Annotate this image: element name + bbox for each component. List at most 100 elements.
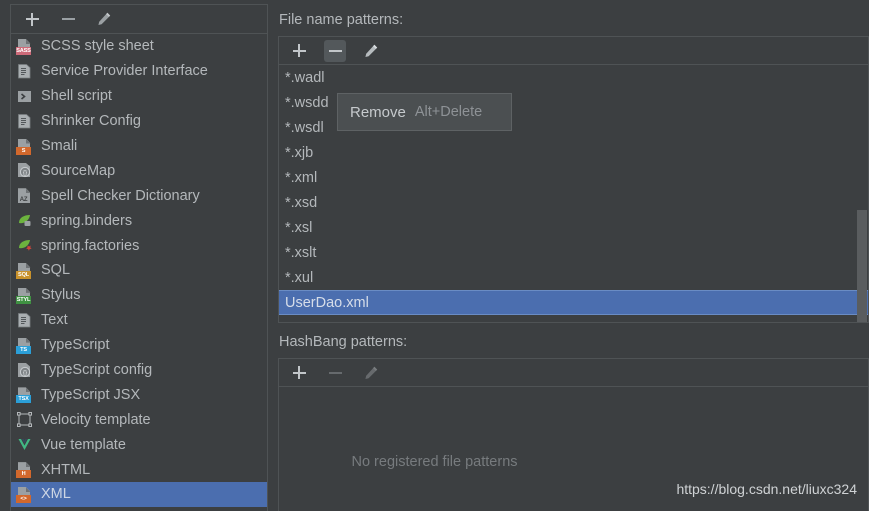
file-type-row[interactable]: TS TypeScript — [11, 333, 267, 358]
pattern-value: UserDao.xml — [285, 294, 369, 311]
add-file-type-button[interactable] — [21, 8, 43, 30]
pattern-value: *.xsd — [285, 194, 318, 211]
pattern-row[interactable]: *.xml — [279, 165, 868, 190]
pattern-row[interactable]: *.wadl — [279, 65, 868, 90]
file-type-label: SCSS style sheet — [41, 38, 154, 55]
file-type-row[interactable]: Shell script — [11, 84, 267, 109]
typescript-config-icon: {} — [16, 362, 33, 379]
empty-patterns-message: No registered file patterns — [351, 454, 518, 470]
remove-pattern-button[interactable] — [324, 39, 346, 62]
sourcemap-file-icon: {} — [16, 162, 33, 179]
spring-factories-icon — [16, 237, 33, 254]
file-type-row[interactable]: AZ Spell Checker Dictionary — [11, 183, 267, 208]
pattern-value: *.wadl — [285, 69, 325, 86]
file-type-row[interactable]: spring.binders — [11, 208, 267, 233]
file-type-row[interactable]: spring.factories — [11, 233, 267, 258]
pattern-value: *.wsdd — [285, 94, 329, 111]
file-types-list[interactable]: SASS SCSS style sheet Service Provider Int… — [11, 34, 267, 511]
file-type-row[interactable]: {} SourceMap — [11, 158, 267, 183]
edit-pattern-button[interactable] — [360, 40, 382, 62]
file-name-patterns-panel: *.wadl *.wsdd *.wsdl *.xjb *.xml *.xsd *.xsl *.… — [278, 36, 869, 323]
file-type-row[interactable]: Text — [11, 308, 267, 333]
file-type-row[interactable]: S Smali — [11, 134, 267, 159]
sql-file-icon: SQL — [16, 262, 33, 279]
pattern-row[interactable]: *.xsl — [279, 215, 868, 240]
stylus-file-icon: STYL — [16, 287, 33, 304]
file-type-label: Service Provider Interface — [41, 63, 208, 80]
file-type-label: Stylus — [41, 287, 81, 304]
patterns-area: File name patterns: *.wadl *.wsdd *.wsdl *.… — [278, 0, 869, 511]
typescript-jsx-icon: TSX — [16, 386, 33, 404]
plus-icon — [25, 12, 39, 26]
remove-file-type-button[interactable] — [57, 8, 79, 30]
file-type-badge: TS — [16, 345, 31, 354]
shell-script-icon — [16, 88, 33, 105]
pattern-value: *.xul — [285, 269, 314, 286]
watermark-text: https://blog.csdn.net/liuxc324 — [676, 481, 857, 497]
file-type-row[interactable]: {} TypeScript config — [11, 358, 267, 383]
file-type-label: spring.factories — [41, 237, 140, 254]
file-type-label: Shrinker Config — [41, 113, 141, 130]
add-pattern-button[interactable] — [288, 40, 310, 62]
patterns-scrollbar[interactable] — [857, 210, 867, 322]
minus-icon — [328, 371, 342, 374]
pencil-icon — [365, 44, 378, 57]
velocity-template-icon — [16, 411, 33, 428]
smali-file-icon: S — [16, 138, 33, 155]
file-type-row[interactable]: Velocity template — [11, 407, 267, 432]
minus-icon — [328, 49, 342, 52]
scss-file-icon: SASS — [16, 38, 33, 55]
edit-file-type-button[interactable] — [93, 8, 115, 30]
plus-icon — [292, 44, 306, 57]
file-type-label: TypeScript config — [41, 362, 153, 379]
file-name-patterns-label: File name patterns: — [279, 12, 404, 28]
minus-icon — [61, 18, 75, 20]
file-type-label: SQL — [41, 262, 71, 279]
file-type-badge: STYL — [16, 295, 31, 304]
pattern-value: *.xsl — [285, 219, 313, 236]
file-type-row[interactable]: SQL SQL — [11, 258, 267, 283]
tooltip-shortcut: Alt+Delete — [414, 104, 483, 120]
spring-binders-icon — [16, 212, 33, 229]
typescript-file-icon: TS — [16, 337, 33, 354]
file-type-badge: AZ — [19, 197, 28, 204]
hashbang-patterns-label: HashBang patterns: — [279, 334, 408, 350]
remove-hashbang-button — [324, 362, 346, 384]
plus-icon — [292, 366, 306, 379]
spi-file-icon — [16, 63, 33, 80]
xml-file-icon: <> — [16, 486, 33, 503]
file-name-patterns-toolbar — [279, 37, 868, 65]
file-type-badge: H — [16, 470, 31, 479]
pattern-value: *.xjb — [285, 144, 314, 161]
text-file-icon — [16, 312, 33, 329]
file-type-badge: S — [16, 146, 31, 155]
file-type-row[interactable]: STYL Stylus — [11, 283, 267, 308]
remove-tooltip: Remove Alt+Delete — [337, 93, 512, 131]
file-type-label: TypeScript — [41, 337, 110, 354]
file-type-row[interactable]: Service Provider Interface — [11, 59, 267, 84]
file-type-label: Text — [41, 312, 68, 329]
file-type-row[interactable]: Shrinker Config — [11, 109, 267, 134]
file-type-row[interactable]: SASS SCSS style sheet — [11, 34, 267, 59]
vue-template-icon — [16, 436, 33, 453]
pattern-value: *.xslt — [285, 244, 317, 261]
file-type-row[interactable]: <> XML — [11, 482, 267, 507]
file-type-badge: TSX — [16, 395, 31, 404]
file-type-label: XML — [41, 486, 71, 503]
pattern-row[interactable]: *.xjb — [279, 140, 868, 165]
add-hashbang-button[interactable] — [288, 362, 310, 384]
file-type-badge: SASS — [16, 46, 31, 55]
pattern-row[interactable]: *.xul — [279, 265, 868, 290]
file-types-panel: SASS SCSS style sheet Service Provider Int… — [10, 4, 268, 511]
file-type-row[interactable]: TSX TypeScript JSX — [11, 382, 267, 407]
pencil-icon — [365, 366, 378, 379]
pattern-row[interactable]: *.xslt — [279, 240, 868, 265]
file-type-label: Vue template — [41, 436, 126, 453]
pattern-row[interactable]: *.xsd — [279, 190, 868, 215]
file-type-label: spring.binders — [41, 212, 133, 229]
pencil-icon — [98, 12, 111, 25]
tooltip-title: Remove — [350, 103, 406, 121]
pattern-row[interactable]: UserDao.xml — [279, 290, 868, 315]
file-type-label: SourceMap — [41, 162, 116, 179]
file-type-badge: <> — [16, 494, 31, 503]
